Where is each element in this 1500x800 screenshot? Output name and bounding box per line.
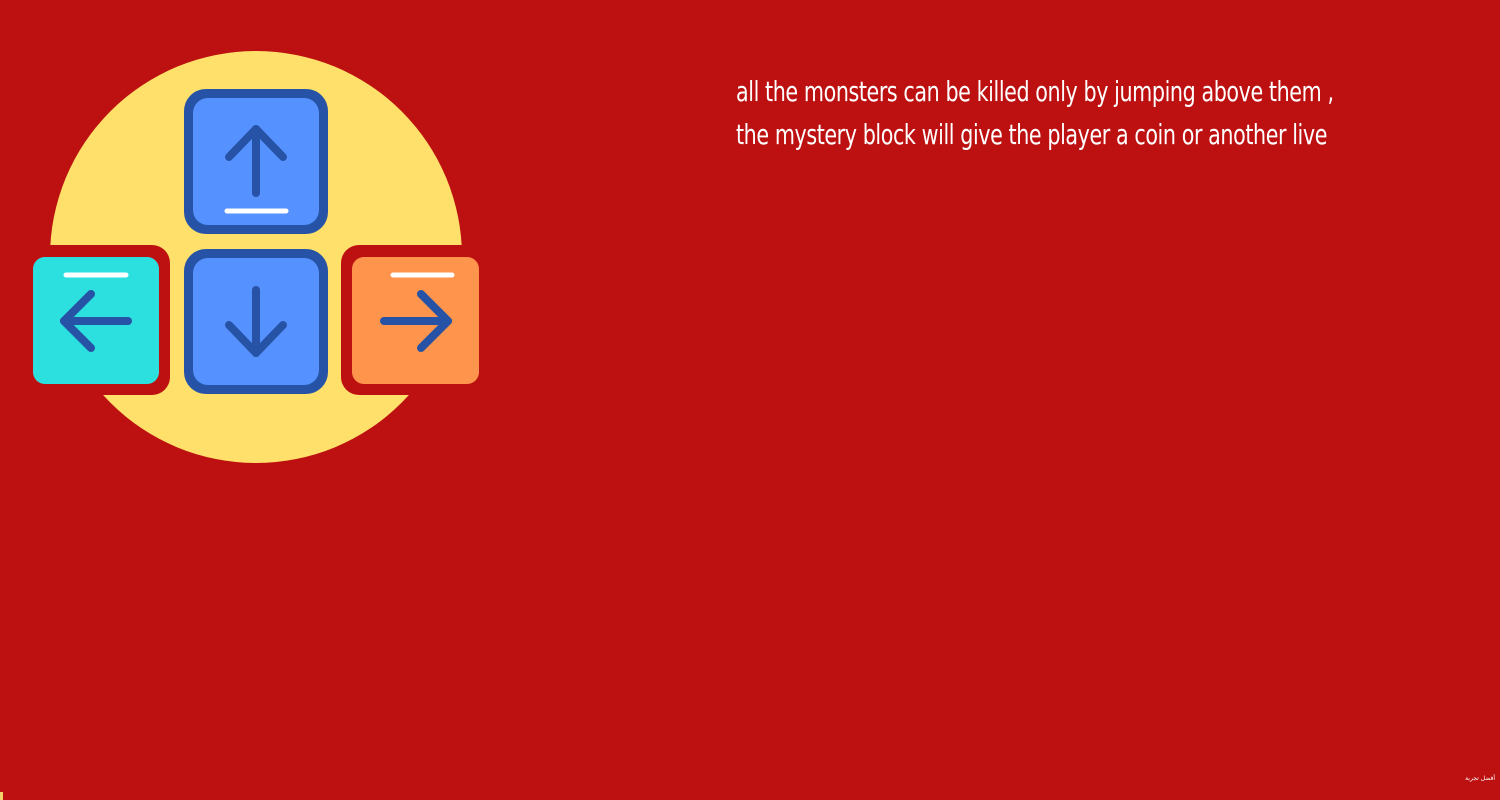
- right-arrow-key: [341, 245, 489, 395]
- arrow-keys-illustration: [22, 51, 489, 463]
- left-arrow-key: [22, 245, 170, 395]
- down-arrow-key: [184, 249, 328, 394]
- corner-mark: [0, 792, 3, 800]
- credit-text: أفضل تجربة: [1465, 775, 1495, 782]
- up-arrow-key: [184, 89, 328, 234]
- instructions-text: all the monsters can be killed only by j…: [736, 75, 1334, 151]
- game-screen: all the monsters can be killed only by j…: [0, 0, 1500, 800]
